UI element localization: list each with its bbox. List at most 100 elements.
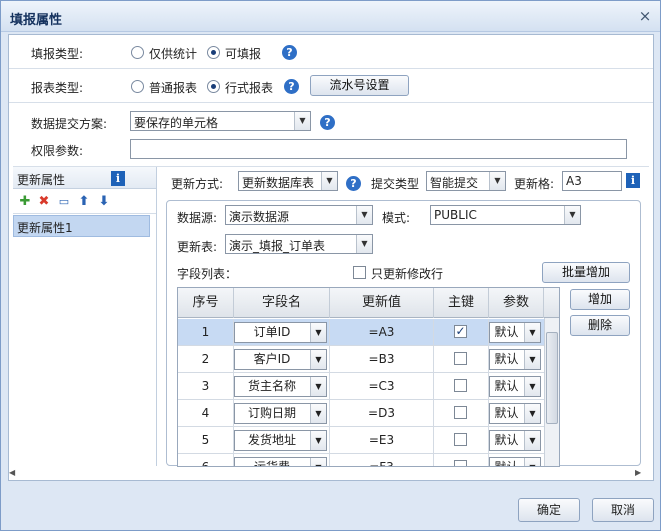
table-row[interactable]: 6 运货费 ▼ =F3 默认 ▼ [178, 454, 544, 466]
primary-key-checkbox[interactable] [454, 352, 467, 365]
primary-key-checkbox[interactable] [454, 433, 467, 446]
table-row[interactable]: 5 发货地址 ▼ =E3 默认 ▼ [178, 427, 544, 454]
fill-type-label: 填报类型: [31, 47, 84, 61]
param-select[interactable]: 默认 ▼ [489, 376, 541, 397]
param-cell: 默认 ▼ [489, 454, 544, 466]
field-name-cell: 货主名称 ▼ [234, 373, 330, 400]
help-icon[interactable]: ? [320, 115, 335, 130]
datasource-select[interactable]: 演示数据源 ▼ [225, 205, 373, 225]
add-field-button[interactable]: 增加 [570, 289, 630, 310]
help-icon[interactable]: ? [282, 45, 297, 60]
field-name-select[interactable]: 运货费 ▼ [234, 457, 327, 466]
field-name-select[interactable]: 发货地址 ▼ [234, 430, 327, 451]
param-select[interactable]: 默认 ▼ [489, 430, 541, 451]
update-settings-bar: 更新方式: 更新数据库表 ▼ ? 提交类型 智能提交 ▼ 更新格: A3 i [158, 167, 645, 197]
field-name-select[interactable]: 客户ID ▼ [234, 349, 327, 370]
dialog-titlebar: 填报属性 × [1, 1, 660, 32]
only-modified-label[interactable]: 只更新修改行 [371, 265, 443, 282]
primary-key-cell: ✓ [434, 319, 489, 346]
help-icon[interactable]: ? [346, 176, 361, 191]
batch-add-button[interactable]: 批量增加 [542, 262, 630, 283]
chevron-down-icon: ▼ [321, 172, 337, 190]
info-icon[interactable]: i [111, 171, 125, 186]
update-table-select[interactable]: 演示_填报_订单表 ▼ [225, 234, 373, 254]
attribute-toolbar: ✚ ✖ ▭ ⬆ ⬇ [13, 190, 156, 214]
param-select[interactable]: 默认 ▼ [489, 322, 541, 343]
only-modified-checkbox[interactable] [353, 266, 366, 279]
permission-input[interactable] [130, 139, 627, 159]
ok-button[interactable]: 确定 [518, 498, 580, 522]
param-select[interactable]: 默认 ▼ [489, 457, 541, 466]
table-row[interactable]: 3 货主名称 ▼ =C3 默认 ▼ [178, 373, 544, 400]
update-attribute-panel: 更新属性 i ✚ ✖ ▭ ⬆ ⬇ 更新属性1 [13, 167, 157, 466]
field-name-value: 货主名称 [247, 379, 296, 393]
schema-select[interactable]: PUBLIC ▼ [430, 205, 581, 225]
radio-stat-only[interactable] [131, 46, 144, 59]
param-select[interactable]: 默认 ▼ [489, 403, 541, 424]
grid-vertical-scrollbar[interactable] [544, 318, 559, 466]
param-select[interactable]: 默认 ▼ [489, 349, 541, 370]
scrollbar-thumb[interactable] [546, 332, 558, 424]
field-name-cell: 发货地址 ▼ [234, 427, 330, 454]
row-number: 2 [178, 346, 234, 373]
delete-field-button[interactable]: 删除 [570, 315, 630, 336]
row-number: 4 [178, 400, 234, 427]
scroll-right-icon[interactable]: ▶ [635, 468, 641, 477]
chevron-down-icon: ▼ [564, 206, 580, 224]
column-header: 参数 [489, 288, 544, 318]
primary-key-cell [434, 346, 489, 373]
table-row[interactable]: 1 订单ID ▼ =A3 ✓ 默认 ▼ [178, 319, 544, 346]
field-name-value: 发货地址 [247, 433, 296, 447]
update-cell-input[interactable]: A3 [562, 171, 622, 191]
help-icon[interactable]: ? [284, 79, 299, 94]
radio-row-report-label[interactable]: 行式报表 [225, 79, 273, 96]
chevron-down-icon: ▼ [310, 377, 326, 396]
field-name-select[interactable]: 货主名称 ▼ [234, 376, 327, 397]
horizontal-scrollbar[interactable]: ◀ ▶ [9, 467, 645, 480]
row-number: 6 [178, 454, 234, 466]
chevron-down-icon: ▼ [310, 431, 326, 450]
primary-key-checkbox[interactable] [454, 406, 467, 419]
radio-fillable-label[interactable]: 可填报 [225, 45, 261, 62]
field-name-select[interactable]: 订单ID ▼ [234, 322, 327, 343]
close-icon[interactable]: × [637, 8, 653, 24]
radio-stat-only-label[interactable]: 仅供统计 [149, 45, 197, 62]
param-cell: 默认 ▼ [489, 319, 544, 346]
radio-fillable[interactable] [207, 46, 220, 59]
radio-row-report[interactable] [207, 80, 220, 93]
serial-number-button[interactable]: 流水号设置 [310, 75, 409, 96]
primary-key-checkbox[interactable] [454, 460, 467, 466]
attribute-list-item[interactable]: 更新属性1 [13, 215, 150, 237]
chevron-down-icon: ▼ [310, 350, 326, 369]
fill-property-dialog: 填报属性 × 填报类型: 仅供统计 可填报 ? 报表类型: 普通报表 行式报表 … [0, 0, 661, 531]
update-mode-select[interactable]: 更新数据库表 ▼ [238, 171, 338, 191]
add-icon[interactable]: ✚ [18, 195, 32, 209]
radio-normal-report[interactable] [131, 80, 144, 93]
primary-key-cell [434, 373, 489, 400]
chevron-down-icon: ▼ [524, 350, 540, 369]
field-name-select[interactable]: 订购日期 ▼ [234, 403, 327, 424]
column-header: 序号 [178, 288, 234, 318]
update-value-cell[interactable]: =D3 [330, 400, 434, 427]
table-row[interactable]: 4 订购日期 ▼ =D3 默认 ▼ [178, 400, 544, 427]
update-value-cell[interactable]: =F3 [330, 454, 434, 466]
scroll-left-icon[interactable]: ◀ [9, 468, 15, 477]
submit-type-select[interactable]: 智能提交 ▼ [426, 171, 506, 191]
update-value-cell[interactable]: =C3 [330, 373, 434, 400]
copy-icon[interactable]: ▭ [57, 195, 71, 209]
submit-plan-select[interactable]: 要保存的单元格 ▼ [130, 111, 311, 131]
delete-icon[interactable]: ✖ [37, 195, 51, 209]
table-row[interactable]: 2 客户ID ▼ =B3 默认 ▼ [178, 346, 544, 373]
update-value-cell[interactable]: =E3 [330, 427, 434, 454]
field-list-label: 字段列表： [177, 267, 238, 281]
move-up-icon[interactable]: ⬆ [77, 195, 91, 209]
cancel-button[interactable]: 取消 [592, 498, 654, 522]
primary-key-checkbox[interactable]: ✓ [454, 325, 467, 338]
update-value-cell[interactable]: =B3 [330, 346, 434, 373]
primary-key-checkbox[interactable] [454, 379, 467, 392]
move-down-icon[interactable]: ⬇ [97, 195, 111, 209]
info-icon[interactable]: i [626, 173, 640, 188]
update-table-value: 演示_填报_订单表 [229, 239, 326, 253]
radio-normal-report-label[interactable]: 普通报表 [149, 79, 197, 96]
update-value-cell[interactable]: =A3 [330, 319, 434, 346]
